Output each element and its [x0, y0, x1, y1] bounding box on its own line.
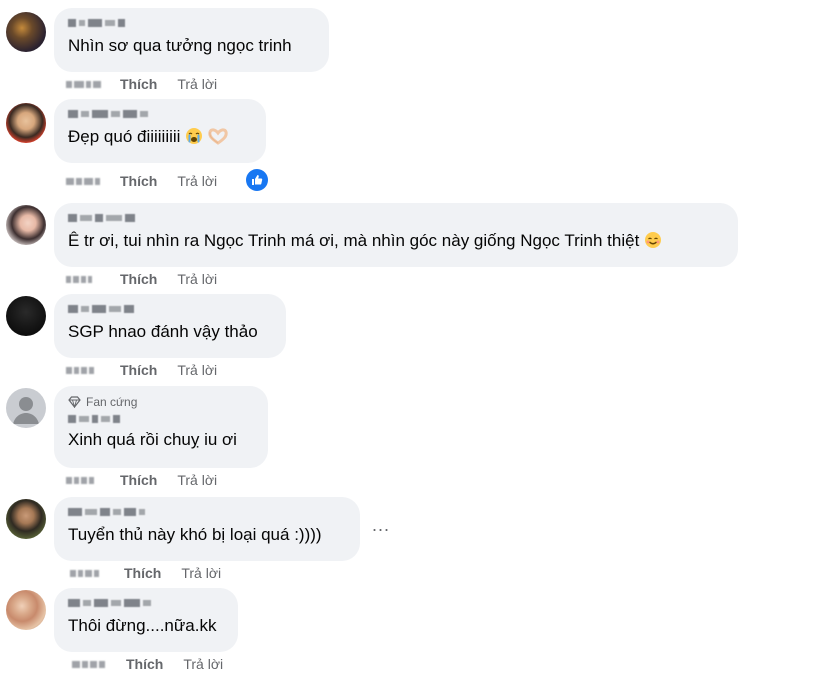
reply-button[interactable]: Trả lời — [177, 472, 217, 488]
comment-text: SGP hnao đánh vậy thảo — [68, 322, 258, 341]
comment-text: Thôi đừng....nữa.kk — [68, 616, 217, 635]
like-button[interactable]: Thích — [120, 173, 157, 189]
commenter-avatar[interactable] — [6, 499, 46, 539]
commenter-avatar[interactable] — [6, 205, 46, 245]
commenter-avatar[interactable] — [6, 590, 46, 630]
reply-button[interactable]: Trả lời — [177, 173, 217, 189]
comment-bubble: Nhìn sơ qua tưởng ngọc trinh — [54, 8, 329, 72]
comment-actions: Thích Trả lời — [72, 656, 223, 672]
comment-timestamp-redacted[interactable] — [70, 568, 108, 578]
commenter-name-redacted[interactable] — [68, 506, 346, 518]
more-options-button[interactable]: ... — [372, 515, 390, 536]
top-fan-badge[interactable]: Fan cứng — [68, 395, 254, 409]
commenter-avatar[interactable] — [6, 12, 46, 52]
comment-bubble: Tuyển thủ này khó bị loại quá :)))) — [54, 497, 360, 561]
comment-bubble: Ê tr ơi, tui nhìn ra Ngọc Trinh má ơi, m… — [54, 203, 738, 267]
like-button[interactable]: Thích — [126, 656, 163, 672]
commenter-name-redacted[interactable] — [68, 212, 724, 224]
default-profile-icon — [13, 397, 39, 424]
comment-timestamp-redacted[interactable] — [66, 176, 104, 186]
comment-text: Xinh quá rồi chuỵ iu ơi — [68, 430, 237, 449]
comment-actions: Thích Trả lời — [66, 271, 217, 287]
comment-text: Tuyển thủ này khó bị loại quá :)))) — [68, 525, 322, 544]
comment-actions: Thích Trả lời — [70, 565, 221, 581]
comment-text: Đẹp quó điiiiiiiii — [68, 126, 252, 151]
diamond-icon — [68, 396, 81, 408]
heart-hands-emoji — [208, 127, 228, 151]
comment-bubble: Đẹp quó điiiiiiiii — [54, 99, 266, 163]
comment-actions: Thích Trả lời — [66, 472, 217, 488]
like-button[interactable]: Thích — [120, 76, 157, 92]
commenter-name-redacted[interactable] — [68, 108, 252, 120]
comment-timestamp-redacted[interactable] — [66, 475, 104, 485]
commenter-avatar[interactable] — [6, 388, 46, 428]
like-button[interactable]: Thích — [120, 271, 157, 287]
like-icon[interactable] — [246, 169, 268, 191]
comment-bubble: Thôi đừng....nữa.kk — [54, 588, 238, 652]
like-button[interactable]: Thích — [120, 362, 157, 378]
commenter-avatar[interactable] — [6, 296, 46, 336]
comment-timestamp-redacted[interactable] — [66, 274, 104, 284]
reply-button[interactable]: Trả lời — [177, 362, 217, 378]
reply-button[interactable]: Trả lời — [183, 656, 223, 672]
comment-actions: Thích Trả lời — [66, 173, 217, 189]
comment-actions: Thích Trả lời — [66, 362, 217, 378]
like-button[interactable]: Thích — [124, 565, 161, 581]
comment-timestamp-redacted[interactable] — [72, 659, 110, 669]
like-button[interactable]: Thích — [120, 472, 157, 488]
comment-timestamp-redacted[interactable] — [66, 79, 104, 89]
comment-text: Nhìn sơ qua tưởng ngọc trinh — [68, 36, 292, 55]
commenter-name-redacted[interactable] — [68, 597, 224, 609]
comment-bubble: SGP hnao đánh vậy thảo — [54, 294, 286, 358]
badge-label: Fan cứng — [86, 395, 138, 409]
comment-bubble: Fan cứng Xinh quá rồi chuỵ iu ơi — [54, 386, 268, 468]
comment-timestamp-redacted[interactable] — [66, 365, 104, 375]
commenter-name-redacted[interactable] — [68, 413, 254, 425]
smiling-face-emoji — [644, 231, 662, 255]
commenter-name-redacted[interactable] — [68, 303, 272, 315]
comment-text: Ê tr ơi, tui nhìn ra Ngọc Trinh má ơi, m… — [68, 230, 724, 255]
reply-button[interactable]: Trả lời — [177, 271, 217, 287]
crying-face-emoji — [185, 127, 203, 151]
commenter-avatar[interactable] — [6, 103, 46, 143]
reply-button[interactable]: Trả lời — [181, 565, 221, 581]
reply-button[interactable]: Trả lời — [177, 76, 217, 92]
comment-actions: Thích Trả lời — [66, 76, 217, 92]
commenter-name-redacted[interactable] — [68, 17, 315, 29]
